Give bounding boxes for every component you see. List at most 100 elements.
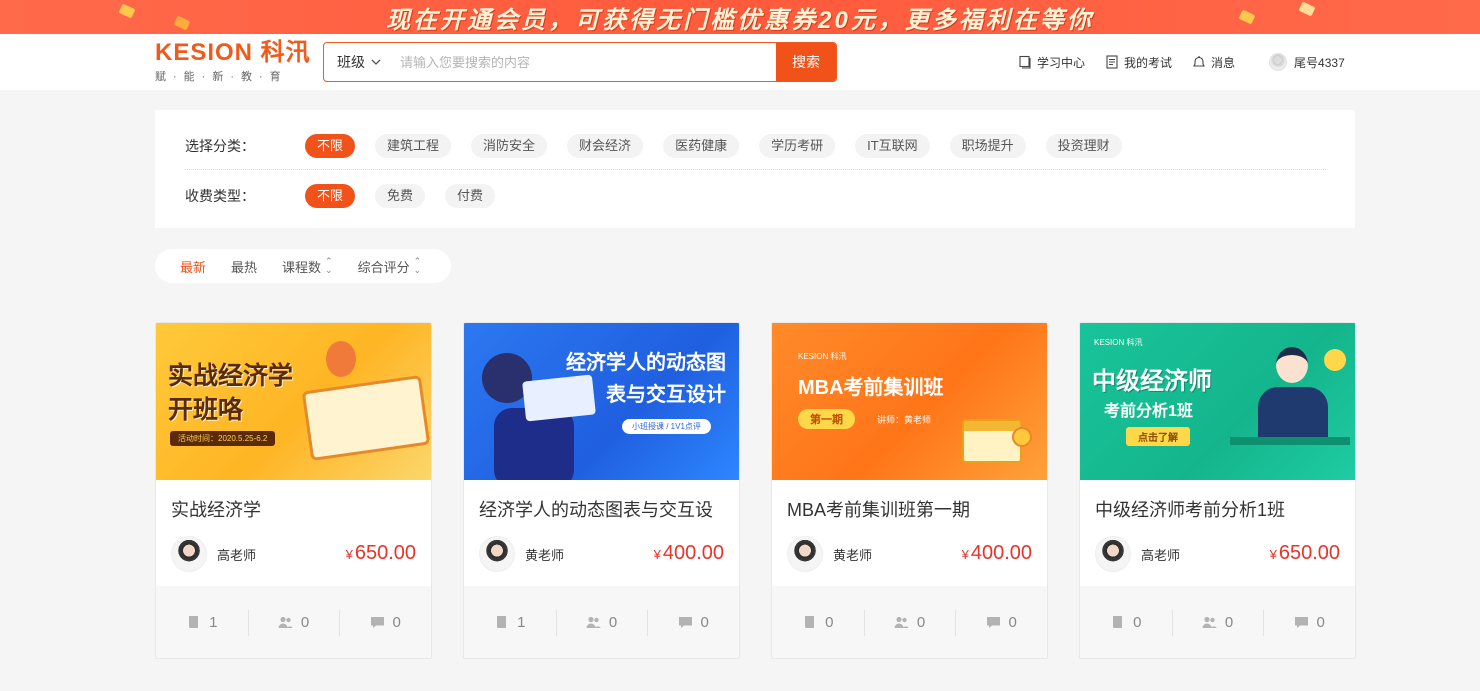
comment-icon — [370, 616, 384, 628]
course-cover[interactable]: KESION 科汛 中级经济师 考前分析1班 点击了解 — [1080, 323, 1355, 480]
course-title[interactable]: MBA考前集训班第一期 — [787, 496, 1033, 522]
course-grid: 实战经济学 开班咯 活动时间：2020.5.25-6.2 实战经济学 高老师 ¥… — [155, 322, 1356, 659]
desk-illustration — [1230, 437, 1350, 445]
course-card[interactable]: KESION 科汛 中级经济师 考前分析1班 点击了解 中级经济师考前分析1班 … — [1079, 322, 1356, 659]
book-icon — [1019, 55, 1031, 69]
stat-value: 0 — [916, 613, 926, 631]
teacher-name: 高老师 — [217, 547, 257, 563]
users-icon — [586, 616, 601, 628]
comment-icon — [678, 616, 692, 628]
clock-illustration — [1324, 349, 1346, 371]
course-cover[interactable]: 实战经济学 开班咯 活动时间：2020.5.25-6.2 — [156, 323, 431, 480]
comment-count: 0 — [647, 609, 739, 636]
student-count: 0 — [555, 609, 648, 636]
price-value: 650.00 — [1278, 542, 1340, 564]
fee-chip-free[interactable]: 免费 — [375, 184, 426, 208]
nav-learning-center[interactable]: 学习中心 — [1018, 54, 1085, 71]
cover-title: 中级经济师 — [1092, 368, 1212, 395]
fee-chip-all[interactable]: 不限 — [305, 184, 356, 208]
course-card[interactable]: 实战经济学 开班咯 活动时间：2020.5.25-6.2 实战经济学 高老师 ¥… — [155, 322, 432, 659]
category-chip[interactable]: 职场提升 — [949, 134, 1026, 158]
comment-icon — [986, 616, 1000, 628]
category-chip-all[interactable]: 不限 — [305, 134, 356, 158]
nav-my-exams[interactable]: 我的考试 — [1105, 54, 1172, 71]
fee-filter-row: 收费类型： 不限 免费 付费 — [185, 184, 515, 208]
course-title[interactable]: 实战经济学 — [171, 496, 417, 522]
cover-tag: 点击了解 — [1126, 427, 1190, 446]
stat-value: 0 — [1316, 613, 1325, 631]
user-name: 尾号4337 — [1294, 55, 1345, 70]
cover-subtitle: 小班授课 / 1V1点评 — [622, 419, 711, 434]
site-header: KESION 科汛 赋·能·新·教·育 班级 搜索 学习中心 我的考试 消息 尾… — [0, 34, 1480, 90]
chevron-down-icon — [371, 59, 381, 65]
cover-tag: 第一期 — [798, 409, 855, 429]
nav-label: 学习中心 — [1037, 55, 1086, 70]
teacher-avatar — [171, 536, 207, 572]
comment-count: 0 — [1263, 609, 1355, 636]
stat-value: 0 — [392, 613, 401, 631]
users-icon — [1202, 616, 1217, 628]
user-menu[interactable]: 尾号4337 — [1269, 53, 1345, 71]
book-icon — [497, 615, 507, 628]
confetti-decoration — [1298, 1, 1316, 17]
category-chip[interactable]: 医药健康 — [663, 134, 740, 158]
course-card[interactable]: 经济学人的动态图 表与交互设计 小班授课 / 1V1点评 经济学人的动态图表与交… — [463, 322, 740, 659]
category-chip[interactable]: 投资理财 — [1045, 134, 1122, 158]
sort-course-count[interactable]: 课程数 ⌃ ⌄ — [282, 257, 333, 276]
course-title[interactable]: 中级经济师考前分析1班 — [1095, 496, 1341, 522]
course-stats: 1 0 0 — [464, 586, 739, 658]
course-title[interactable]: 经济学人的动态图表与交互设 — [479, 496, 725, 522]
user-avatar — [1269, 53, 1288, 71]
promo-banner[interactable]: 现在开通会员，可获得无门槛优惠券20元，更多福利在等你 — [0, 0, 1480, 34]
open-book-illustration — [301, 374, 431, 462]
student-count: 0 — [247, 609, 340, 636]
sort-hottest[interactable]: 最热 — [231, 257, 257, 276]
cover-subtitle: 考前分析1班 — [1104, 403, 1193, 420]
course-price: ¥650.00 — [1270, 542, 1340, 565]
category-chip[interactable]: 消防安全 — [471, 134, 548, 158]
comment-count: 0 — [339, 609, 431, 636]
category-filter-row: 选择分类： 不限 建筑工程 消防安全 财会经济 医药健康 学历考研 IT互联网 … — [185, 134, 1142, 158]
promo-text: 现在开通会员，可获得无门槛优惠券20元，更多福利在等你 — [386, 6, 1094, 34]
course-cover[interactable]: KESION 科汛 MBA考前集训班 第一期 讲师：黄老师 — [772, 323, 1047, 480]
category-chip[interactable]: IT互联网 — [855, 134, 930, 158]
search-category-select[interactable]: 班级 — [324, 43, 394, 81]
logo[interactable]: KESION 科汛 赋·能·新·教·育 — [155, 41, 311, 84]
figure-illustration — [1258, 387, 1328, 437]
course-stats: 1 0 0 — [156, 586, 431, 658]
stat-value: 0 — [1133, 613, 1142, 631]
currency-symbol: ¥ — [345, 547, 353, 562]
stat-value: 1 — [209, 613, 218, 631]
teacher-name: 黄老师 — [525, 547, 565, 563]
sort-rating[interactable]: 综合评分 ⌃ ⌄ — [358, 257, 422, 276]
comment-count: 0 — [955, 609, 1047, 636]
currency-symbol: ¥ — [961, 547, 969, 562]
sort-newest[interactable]: 最新 — [180, 257, 206, 276]
category-chip[interactable]: 建筑工程 — [375, 134, 452, 158]
fee-chip-paid[interactable]: 付费 — [445, 184, 496, 208]
teacher-avatar — [787, 536, 823, 572]
search-input[interactable] — [394, 43, 776, 81]
teacher-avatar — [479, 536, 515, 572]
category-chip[interactable]: 财会经济 — [567, 134, 644, 158]
teacher-info: 高老师 — [171, 536, 256, 572]
course-price: ¥650.00 — [346, 542, 416, 565]
search-button[interactable]: 搜索 — [776, 43, 836, 81]
currency-symbol: ¥ — [1269, 547, 1277, 562]
price-value: 650.00 — [354, 542, 416, 564]
category-chip[interactable]: 学历考研 — [759, 134, 836, 158]
logo-slogan: 赋·能·新·教·育 — [155, 71, 288, 83]
course-cover[interactable]: 经济学人的动态图 表与交互设计 小班授课 / 1V1点评 — [464, 323, 739, 480]
stat-value: 0 — [1008, 613, 1017, 631]
confetti-decoration — [1238, 9, 1256, 25]
top-nav: 学习中心 我的考试 消息 尾号4337 — [1018, 34, 1345, 90]
stat-value: 0 — [700, 613, 709, 631]
price-value: 400.00 — [970, 542, 1032, 564]
course-price: ¥400.00 — [654, 542, 724, 565]
course-card[interactable]: KESION 科汛 MBA考前集训班 第一期 讲师：黄老师 MBA考前集训班第一… — [771, 322, 1048, 659]
sort-label: 最热 — [231, 259, 258, 275]
calendar-illustration — [964, 421, 1020, 431]
lesson-count: 0 — [1080, 614, 1172, 631]
nav-messages[interactable]: 消息 — [1192, 54, 1235, 71]
sort-toggle-icon: ⌃ ⌄ — [325, 256, 333, 275]
